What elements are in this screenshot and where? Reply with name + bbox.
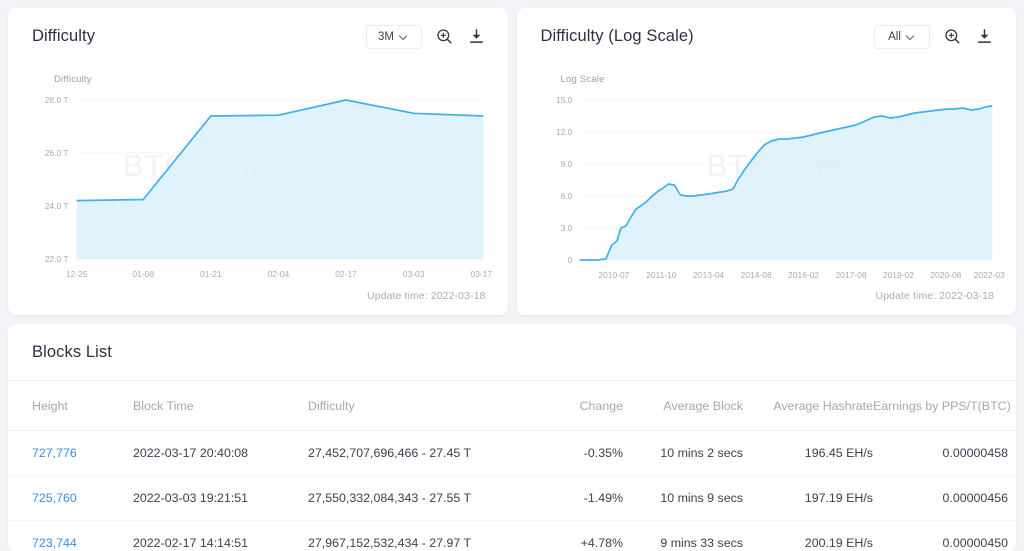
svg-text:3.0: 3.0 (560, 223, 572, 233)
chart1-svg: 28.0 T 26.0 T 24.0 T 22.0 T 12-25 01-08 … (45, 95, 493, 279)
svg-text:2020-08: 2020-08 (930, 270, 961, 280)
cell-difficulty: 27,550,332,084,343 - 27.55 T (308, 475, 518, 521)
download-icon[interactable] (975, 27, 994, 46)
cell-height: 725,760 (8, 475, 133, 521)
chart1-update-time: Update time: 2022-03-18 (367, 290, 486, 302)
cell-earnings: 0.00000450 (873, 520, 1016, 551)
cell-average-block: 9 mins 33 secs (623, 520, 743, 551)
svg-text:9.0: 9.0 (560, 159, 572, 169)
blocks-list-title: Blocks List (32, 342, 112, 361)
svg-text:2017-08: 2017-08 (835, 270, 866, 280)
block-height-link[interactable]: 727,776 (32, 446, 77, 460)
table-row: 725,760 2022-03-03 19:21:51 27,550,332,0… (8, 475, 1016, 521)
column-header-change[interactable]: Change (518, 381, 623, 431)
svg-text:01-21: 01-21 (200, 269, 222, 279)
chart2-range-value: All (888, 30, 901, 43)
block-height-link[interactable]: 723,744 (32, 536, 77, 550)
cell-height: 727,776 (8, 430, 133, 476)
cell-change: +4.78% (518, 520, 623, 551)
chart1-plot: Difficulty BTC.com 28.0 T 26.0 T 24.0 T … (8, 65, 508, 287)
cell-average-hashrate: 200.19 EH/s (743, 520, 873, 551)
magnifier-plus-icon[interactable] (435, 27, 454, 46)
svg-text:2016-02: 2016-02 (788, 270, 819, 280)
chart2-title: Difficulty (Log Scale) (540, 27, 694, 45)
svg-text:22.0 T: 22.0 T (45, 254, 69, 264)
blocks-table: Height Block Time Difficulty Change Aver… (8, 381, 1016, 551)
cell-earnings: 0.00000456 (873, 475, 1016, 521)
charts-row: Difficulty 3M Difficulty 28.0 T 26.0 T 2… (8, 8, 1016, 315)
svg-text:2013-04: 2013-04 (693, 270, 724, 280)
svg-text:15.0: 15.0 (556, 95, 573, 105)
chart1-range-select[interactable]: 3M (365, 24, 422, 49)
svg-text:2014-08: 2014-08 (740, 270, 771, 280)
magnifier-plus-icon[interactable] (943, 27, 962, 46)
cell-difficulty: 27,452,707,696,466 - 27.45 T (308, 430, 518, 476)
chart2-update-time: Update time: 2022-03-18 (875, 290, 994, 302)
column-header-average-block[interactable]: Average Block (623, 381, 743, 431)
svg-text:26.0 T: 26.0 T (45, 148, 69, 158)
difficulty-log-chart-card: Difficulty (Log Scale) All Log Scale 15.… (516, 8, 1017, 315)
svg-text:01-08: 01-08 (132, 269, 154, 279)
column-header-earnings[interactable]: Earnings by PPS/T(BTC) (873, 381, 1016, 431)
cell-difficulty: 27,967,152,532,434 - 27.97 T (308, 520, 518, 551)
cell-earnings: 0.00000458 (873, 430, 1016, 476)
svg-text:12.0: 12.0 (556, 127, 573, 137)
cell-average-block: 10 mins 2 secs (623, 430, 743, 476)
download-icon[interactable] (467, 27, 486, 46)
table-row: 723,744 2022-02-17 14:14:51 27,967,152,5… (8, 520, 1016, 551)
blocks-table-body: 727,776 2022-03-17 20:40:08 27,452,707,6… (8, 430, 1016, 551)
chart2-tools: All (874, 24, 994, 49)
blocks-table-head: Height Block Time Difficulty Change Aver… (8, 381, 1016, 431)
column-header-average-hashrate[interactable]: Average Hashrate (743, 381, 873, 431)
svg-text:0: 0 (567, 255, 572, 265)
table-header-row: Height Block Time Difficulty Change Aver… (8, 381, 1016, 431)
chart2-header: Difficulty (Log Scale) All (517, 8, 1017, 65)
svg-text:6.0: 6.0 (560, 191, 572, 201)
chart1-header: Difficulty 3M (8, 8, 508, 65)
chart2-svg: 15.0 12.0 9.0 6.0 3.0 0 2010-07 2011-10 … (556, 95, 1005, 280)
cell-height: 723,744 (8, 520, 133, 551)
cell-average-block: 10 mins 9 secs (623, 475, 743, 521)
cell-block-time: 2022-02-17 14:14:51 (133, 520, 308, 551)
chart1-range-value: 3M (378, 30, 394, 43)
svg-text:28.0 T: 28.0 T (45, 95, 69, 105)
block-height-link[interactable]: 725,760 (32, 491, 77, 505)
svg-text:12-25: 12-25 (66, 269, 88, 279)
cell-block-time: 2022-03-17 20:40:08 (133, 430, 308, 476)
chart1-tools: 3M (365, 24, 486, 49)
chevron-down-icon (400, 32, 409, 41)
chart2-range-select[interactable]: All (874, 24, 930, 49)
column-header-difficulty[interactable]: Difficulty (308, 381, 518, 431)
svg-text:02-17: 02-17 (335, 269, 357, 279)
blocks-list-card: Blocks List Height Block Time Difficulty… (8, 324, 1016, 551)
cell-change: -1.49% (518, 475, 623, 521)
svg-text:24.0 T: 24.0 T (45, 201, 69, 211)
cell-change: -0.35% (518, 430, 623, 476)
chart1-title: Difficulty (32, 27, 96, 45)
cell-average-hashrate: 197.19 EH/s (743, 475, 873, 521)
chevron-down-icon (907, 32, 916, 41)
difficulty-chart-card: Difficulty 3M Difficulty 28.0 T 26.0 T 2… (8, 8, 508, 315)
chart2-plot: Log Scale BTC.com 15.0 12.0 9.0 6.0 3.0 … (517, 65, 1017, 287)
svg-text:2011-10: 2011-10 (646, 270, 677, 280)
svg-text:02-04: 02-04 (268, 269, 290, 279)
svg-text:03-03: 03-03 (403, 269, 425, 279)
column-header-block-time[interactable]: Block Time (133, 381, 308, 431)
page-root: Difficulty 3M Difficulty 28.0 T 26.0 T 2… (0, 0, 1024, 551)
svg-text:2010-07: 2010-07 (598, 270, 629, 280)
column-header-height[interactable]: Height (8, 381, 133, 431)
blocks-list-header: Blocks List (8, 324, 1016, 381)
cell-block-time: 2022-03-03 19:21:51 (133, 475, 308, 521)
svg-text:2022-03: 2022-03 (973, 270, 1004, 280)
table-row: 727,776 2022-03-17 20:40:08 27,452,707,6… (8, 430, 1016, 476)
svg-text:03-17: 03-17 (470, 269, 492, 279)
svg-text:2019-02: 2019-02 (882, 270, 913, 280)
cell-average-hashrate: 196.45 EH/s (743, 430, 873, 476)
